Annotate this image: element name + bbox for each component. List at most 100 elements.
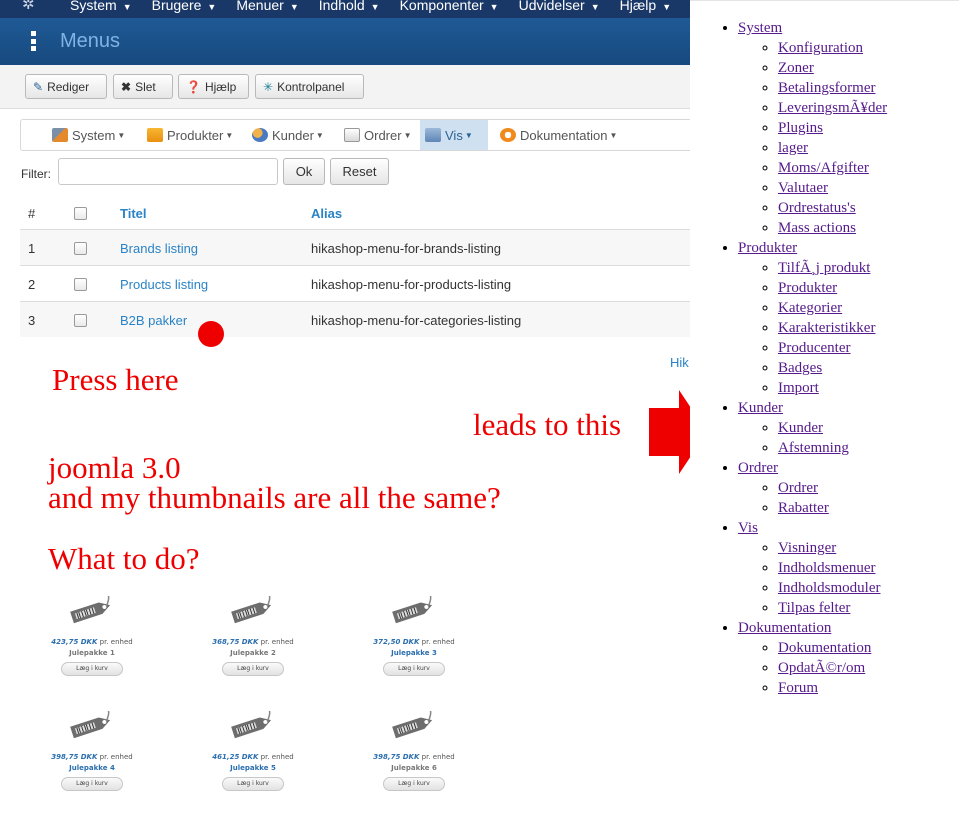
row-alias: hikashop-menu-for-categories-listing [311, 312, 522, 328]
annotation-thumbnails: and my thumbnails are all the same? [48, 480, 501, 515]
filter-reset-button[interactable]: Reset [330, 158, 389, 185]
menu-link[interactable]: Kategorier [778, 300, 842, 316]
add-to-cart-button[interactable]: Læg i kurv [383, 777, 445, 791]
product-card: 461,25 DKK pr. enhed Julepakke 5 Læg i k… [198, 708, 308, 791]
product-price: 398,75 DKK [51, 753, 98, 761]
product-name[interactable]: Julepakke 2 [198, 649, 308, 657]
menu-link[interactable]: lager [778, 140, 808, 156]
menu-link[interactable]: Ordrer [778, 480, 818, 496]
edit-button[interactable]: ✎ Rediger [25, 74, 107, 99]
filter-label: Filter: [21, 167, 51, 181]
filter-input[interactable] [58, 158, 278, 185]
product-name[interactable]: Julepakke 3 [359, 649, 469, 657]
price-tag-icon [231, 708, 272, 739]
row-title-link[interactable]: Products listing [120, 266, 208, 302]
delete-button[interactable]: ✖ Slet [113, 74, 173, 99]
topnav-extensions[interactable]: Udvidelser ▼ [519, 0, 600, 13]
menu-link[interactable]: LeveringsmÃ¥der [778, 100, 887, 116]
product-card: 423,75 DKK pr. enhed Julepakke 1 Læg i k… [37, 593, 147, 676]
footer-link[interactable]: Hik [670, 355, 689, 370]
sidebar-toggle-icon[interactable] [31, 31, 37, 51]
add-to-cart-button[interactable]: Læg i kurv [61, 662, 123, 676]
menu-link[interactable]: Indholdsmoduler [778, 580, 881, 596]
help-button[interactable]: ❓ Hjælp [178, 74, 249, 99]
menu-link[interactable]: Plugins [778, 120, 823, 136]
menu-link[interactable]: TilfÃ¸j produkt [778, 260, 870, 276]
column-header-alias[interactable]: Alias [311, 195, 342, 231]
topnav-users[interactable]: Brugere ▼ [152, 0, 217, 13]
menu-link[interactable]: Afstemning [778, 440, 849, 456]
product-unit: pr. enhed [421, 638, 455, 646]
add-to-cart-button[interactable]: Læg i kurv [222, 662, 284, 676]
annotation-press-here: Press here [52, 362, 179, 397]
joomla-logo-icon[interactable]: ✲ [22, 0, 50, 12]
product-price: 372,50 DKK [373, 638, 420, 646]
menu-link[interactable]: Produkter [778, 280, 837, 296]
hikamenu-customers[interactable]: Kunder ▼ [247, 120, 329, 150]
menu-link[interactable]: Producenter [778, 340, 850, 356]
menu-group-link[interactable]: Dokumentation [738, 620, 831, 636]
menu-link[interactable]: Moms/Afgifter [778, 160, 869, 176]
row-title-link[interactable]: B2B pakker [120, 302, 187, 338]
product-unit: pr. enhed [421, 753, 455, 761]
menu-link[interactable]: Rabatter [778, 500, 829, 516]
row-checkbox[interactable] [74, 241, 87, 255]
product-name[interactable]: Julepakke 6 [359, 764, 469, 772]
menu-link[interactable]: Forum [778, 680, 818, 696]
hikamenu-system[interactable]: System ▼ [47, 120, 130, 150]
hikamenu-documentation[interactable]: Dokumentation ▼ [495, 120, 622, 150]
row-checkbox[interactable] [74, 277, 87, 291]
menu-group: System Konfiguration Zoner Betalingsform… [738, 18, 887, 238]
menu-link[interactable]: Import [778, 380, 819, 396]
menu-link[interactable]: Betalingsformer [778, 80, 875, 96]
menu-group-link[interactable]: Produkter [738, 240, 797, 256]
control-panel-icon: ✳ [263, 79, 274, 94]
product-name[interactable]: Julepakke 5 [198, 764, 308, 772]
menu-group: Ordrer Ordrer Rabatter [738, 458, 887, 518]
add-to-cart-button[interactable]: Læg i kurv [222, 777, 284, 791]
filter-ok-button[interactable]: Ok [283, 158, 325, 185]
menu-group-link[interactable]: Kunder [738, 400, 783, 416]
page-header: Menus [0, 18, 690, 65]
topnav-system[interactable]: System ▼ [70, 0, 132, 13]
price-tag-icon [392, 708, 433, 739]
topnav-components[interactable]: Komponenter ▼ [400, 0, 499, 13]
add-to-cart-button[interactable]: Læg i kurv [61, 777, 123, 791]
add-to-cart-button[interactable]: Læg i kurv [383, 662, 445, 676]
top-navigation-bar: ✲ System ▼ Brugere ▼ Menuer ▼ Indhold ▼ Komp… [0, 0, 690, 18]
menu-link[interactable]: Valutaer [778, 180, 828, 196]
product-name[interactable]: Julepakke 4 [37, 764, 147, 772]
menu-link[interactable]: Ordrestatus's [778, 200, 856, 216]
hikamenu-orders[interactable]: Ordrer ▼ [339, 120, 416, 150]
menu-link[interactable]: Visninger [778, 540, 836, 556]
select-all-checkbox[interactable] [74, 206, 87, 220]
menu-link[interactable]: Konfiguration [778, 40, 863, 56]
product-name[interactable]: Julepakke 1 [37, 649, 147, 657]
menu-group-link[interactable]: System [738, 20, 782, 36]
menu-link[interactable]: Mass actions [778, 220, 856, 236]
row-title-link[interactable]: Brands listing [120, 230, 198, 266]
menu-link[interactable]: Zoner [778, 60, 814, 76]
delete-icon: ✖ [121, 79, 132, 94]
menu-link[interactable]: Kunder [778, 420, 823, 436]
menu-link[interactable]: Indholdsmenuer [778, 560, 875, 576]
topnav-help[interactable]: Hjælp ▼ [620, 0, 672, 13]
column-header-title[interactable]: Titel [120, 195, 147, 231]
menu-group-link[interactable]: Vis [738, 520, 758, 536]
menu-link[interactable]: Dokumentation [778, 640, 871, 656]
product-unit: pr. enhed [260, 638, 294, 646]
product-unit: pr. enhed [99, 753, 133, 761]
topnav-menus[interactable]: Menuer ▼ [236, 0, 298, 13]
hikamenu-products[interactable]: Produkter ▼ [142, 120, 238, 150]
row-checkbox[interactable] [74, 313, 87, 327]
menu-link[interactable]: Karakteristikker [778, 320, 875, 336]
edit-icon: ✎ [33, 79, 44, 94]
topnav-content[interactable]: Indhold ▼ [319, 0, 380, 13]
menu-link[interactable]: Badges [778, 360, 822, 376]
menu-group-link[interactable]: Ordrer [738, 460, 778, 476]
hikamenu-display[interactable]: Vis ▼ [420, 120, 488, 150]
menu-link[interactable]: Tilpas felter [778, 600, 850, 616]
menu-link[interactable]: OpdatÃ©r/om [778, 660, 865, 676]
control-panel-button[interactable]: ✳ Kontrolpanel [255, 74, 364, 99]
row-alias: hikashop-menu-for-brands-listing [311, 240, 502, 256]
